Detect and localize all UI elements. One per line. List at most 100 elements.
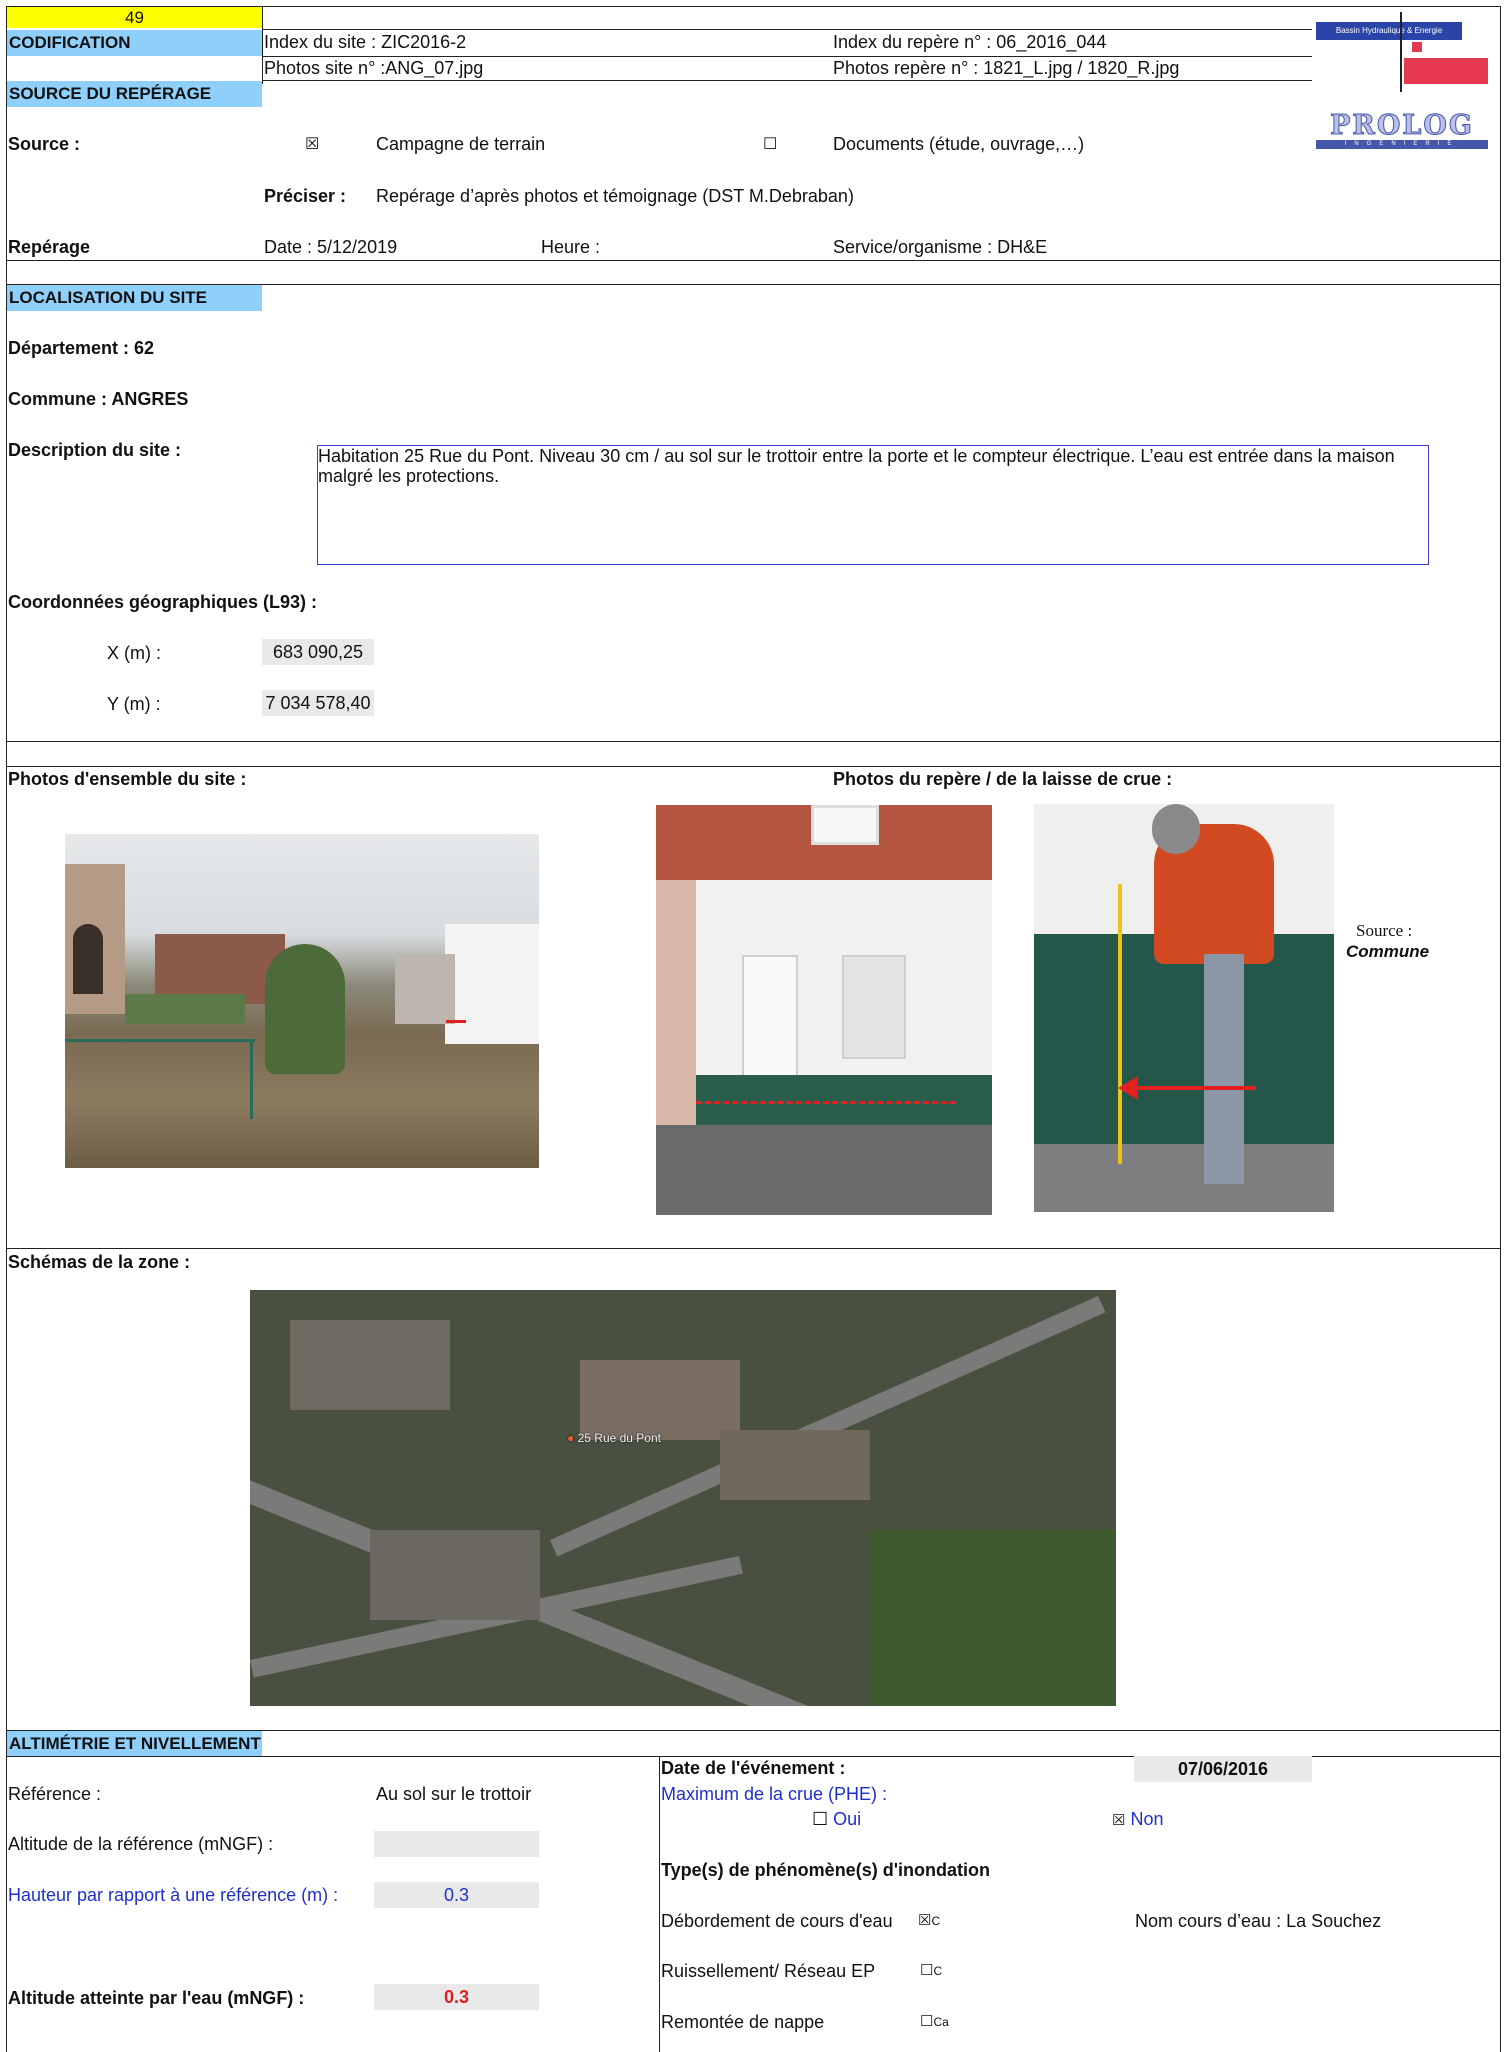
y-label: Y (m) : [107, 694, 161, 714]
sheet-number: 49 [7, 7, 262, 28]
reference-value: Au sol sur le trottoir [376, 1784, 532, 1804]
type2-suffix: C [933, 1964, 943, 1978]
divider-source [6, 260, 1500, 261]
map-block-3 [370, 1530, 540, 1620]
reperage-heure: Heure : [541, 237, 601, 257]
site-index: Index du site : ZIC2016-2 [264, 32, 467, 52]
type3-mark: ☐ [920, 2013, 934, 2030]
type3-checkbox[interactable]: ☐Ca [920, 2012, 949, 2030]
coords-label: Coordonnées géographiques (L93) : [8, 592, 318, 612]
phe-oui[interactable]: ☐ Oui [812, 1809, 861, 1830]
description-textbox[interactable]: Habitation 25 Rue du Pont. Niveau 30 cm … [317, 445, 1429, 565]
altitude-ref-label: Altitude de la référence (mNGF) : [8, 1834, 274, 1854]
dhe-logo-text: Bassin Hydraulique & Energie [1316, 22, 1462, 40]
frame-right [1500, 6, 1501, 2052]
map-pin-label: ● 25 Rue du Pont [567, 1431, 661, 1445]
map-green-field [870, 1530, 1116, 1706]
x-label: X (m) : [107, 643, 161, 663]
prolog-logo: PROLOG INGENIERIE [1316, 110, 1488, 150]
divider-localisation [6, 741, 1500, 742]
event-date-label: Date de l'événement : [661, 1758, 846, 1778]
benchmark-index: Index du repère n° : 06_2016_044 [833, 32, 1107, 52]
facade-green-base [696, 1075, 992, 1125]
type1-label: Débordement de cours d'eau [661, 1911, 893, 1931]
photo-source-label: Source : [1356, 921, 1413, 940]
phe-non[interactable]: ☒ Non [1112, 1809, 1164, 1830]
site-overview-photo [65, 834, 539, 1168]
photo-railing [65, 1039, 255, 1042]
river-name: Nom cours d’eau : La Souchez [1135, 1911, 1382, 1931]
localisation-section-title: LOCALISATION DU SITE [7, 285, 262, 311]
dhe-logo-red [1404, 58, 1488, 84]
facade-neighbour [656, 880, 696, 1130]
type1-suffix: C [931, 1914, 941, 1928]
photo-source-value: Commune [1346, 942, 1430, 961]
altitude-eau-value: 0.3 [374, 1984, 539, 2010]
codification-label: CODIFICATION [7, 30, 262, 56]
phe-non-label: Non [1130, 1809, 1164, 1829]
divider-photos [6, 1248, 1500, 1249]
map-pin-icon: ● [567, 1431, 575, 1445]
source-option2-mark: ☐ [763, 136, 778, 153]
altimetrie-section-title: ALTIMÉTRIE ET NIVELLEMENT [7, 1731, 262, 1757]
measure-arrow-head [1118, 1076, 1138, 1100]
header-line-2 [262, 56, 1312, 57]
facade-dormer [811, 805, 879, 845]
altitude-eau-label: Altitude atteinte par l'eau (mNGF) : [8, 1988, 305, 2008]
site-photos: Photos site n° :ANG_07.jpg [264, 58, 484, 78]
type2-label: Ruissellement/ Réseau EP [661, 1961, 876, 1981]
divider-localisation-2 [6, 766, 1500, 767]
y-value: 7 034 578,40 [262, 690, 374, 716]
description-label: Description du site : [8, 440, 182, 460]
photo-white-house [445, 924, 539, 1044]
reperage-date: Date : 5/12/2019 [264, 237, 398, 257]
hauteur-value: 0.3 [374, 1882, 539, 1908]
photo-railing-post [250, 1039, 253, 1119]
benchmark-photos-label: Photos du repère / de la laisse de crue … [833, 769, 1173, 789]
measure-ground [1034, 1144, 1334, 1212]
photo-tree [265, 944, 345, 1074]
header-line-3 [262, 80, 1312, 81]
measure-legs [1204, 954, 1244, 1184]
benchmark-photos: Photos repère n° : 1821_L.jpg / 1820_R.j… [833, 58, 1180, 78]
source-option2-checkbox[interactable]: ☐ [763, 134, 777, 154]
preciser-value: Repérage d’après photos et témoignage (D… [376, 186, 854, 206]
source-option1-label: Campagne de terrain [376, 134, 546, 154]
altitude-ref-value [374, 1831, 539, 1857]
departement: Département : 62 [8, 338, 155, 358]
x-value: 683 090,25 [262, 639, 374, 665]
reperage-label: Repérage [8, 237, 91, 257]
photo-hedge [125, 994, 245, 1024]
type2-checkbox[interactable]: ☐C [920, 1961, 942, 1979]
measure-arrow-shaft [1126, 1086, 1256, 1090]
aerial-map[interactable]: ● 25 Rue du Pont [250, 1290, 1116, 1706]
dhe-logo-bar [1400, 12, 1402, 92]
photo-mark-line [446, 1020, 466, 1023]
source-option2-label: Documents (étude, ouvrage,…) [833, 134, 1085, 154]
phe-label: Maximum de la crue (PHE) : [661, 1784, 888, 1804]
type1-mark: ☒ [918, 1912, 932, 1929]
altimetrie-column-divider [659, 1756, 660, 2052]
dhe-logo: Bassin Hydraulique & Energie [1316, 12, 1488, 92]
facade-mark-line [696, 1101, 956, 1104]
dhe-logo-square [1412, 42, 1422, 52]
hauteur-label: Hauteur par rapport à une référence (m) … [8, 1885, 339, 1905]
type1-checkbox[interactable]: ☒C [918, 1911, 940, 1929]
benchmark-photo-measure [1034, 804, 1334, 1212]
prolog-logo-text: PROLOG [1330, 110, 1474, 141]
facade-pavement [656, 1125, 992, 1215]
type2-mark: ☐ [920, 1962, 934, 1979]
header-divider [262, 6, 263, 84]
type3-label: Remontée de nappe [661, 2012, 825, 2032]
phe-non-mark: ☒ [1112, 1812, 1126, 1829]
prolog-logo-sub: INGENIERIE [1316, 140, 1488, 149]
measure-hat [1152, 804, 1200, 854]
photo-chapel-door [73, 924, 103, 994]
source-section-title: SOURCE DU REPÉRAGE [7, 81, 262, 107]
source-option1-checkbox[interactable]: ☒ [305, 134, 319, 154]
phe-oui-mark: ☐ [812, 1809, 829, 1829]
map-block-1 [290, 1320, 450, 1410]
schema-label: Schémas de la zone : [8, 1252, 191, 1272]
measure-green-wall [1034, 934, 1334, 1144]
description-text: Habitation 25 Rue du Pont. Niveau 30 cm … [318, 446, 1395, 486]
